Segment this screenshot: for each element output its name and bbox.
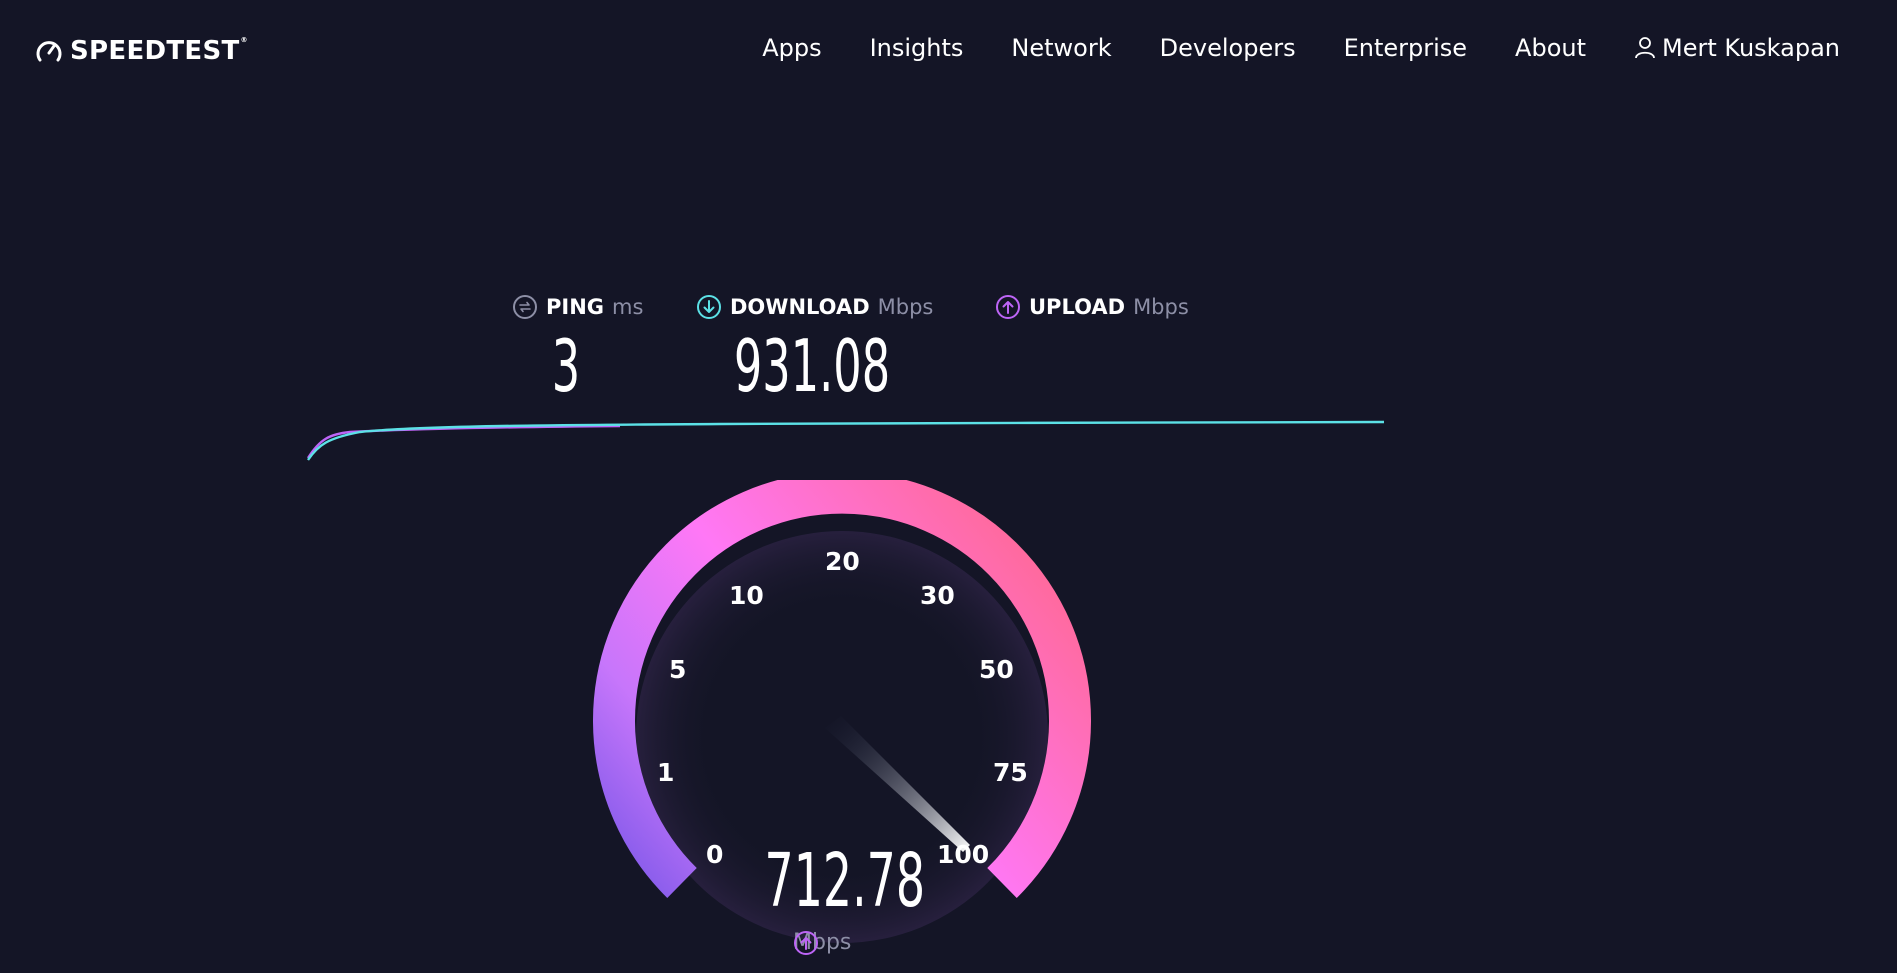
ping-unit: ms bbox=[612, 295, 644, 319]
download-unit: Mbps bbox=[877, 295, 934, 319]
upload-arrow-icon bbox=[794, 931, 818, 955]
brand-trademark: ® bbox=[240, 36, 248, 44]
main-nav: Apps Insights Network Developers Enterpr… bbox=[714, 34, 1840, 62]
upload-graph-line bbox=[306, 424, 621, 459]
nav-developers[interactable]: Developers bbox=[1160, 34, 1296, 62]
tick-label-30: 30 bbox=[920, 581, 955, 610]
upload-unit: Mbps bbox=[1133, 295, 1189, 319]
nav-enterprise[interactable]: Enterprise bbox=[1344, 34, 1467, 62]
speedometer-logo-icon bbox=[36, 41, 62, 62]
upload-header: UPLOAD Mbps bbox=[995, 294, 1189, 320]
ping-label: PING bbox=[546, 295, 605, 319]
nav-about[interactable]: About bbox=[1515, 34, 1586, 62]
tick-label-100: 100 bbox=[937, 840, 989, 869]
ping-value: 3 bbox=[551, 324, 581, 408]
brand-name: SPEEDTEST bbox=[70, 36, 240, 66]
tick-label-0: 0 bbox=[706, 840, 723, 869]
download-arrow-icon bbox=[697, 295, 721, 319]
tick-label-10: 10 bbox=[729, 581, 764, 610]
speed-graph bbox=[306, 420, 1385, 461]
upload-arrow-icon bbox=[996, 295, 1020, 319]
download-value: 931.08 bbox=[733, 324, 891, 408]
upload-label: UPLOAD bbox=[1029, 295, 1126, 319]
speedtest-logo[interactable]: SPEEDTEST® bbox=[34, 36, 248, 66]
download-header: DOWNLOAD Mbps bbox=[696, 294, 933, 320]
ping-icon bbox=[513, 295, 537, 319]
tick-label-1: 1 bbox=[657, 758, 674, 787]
nav-insights[interactable]: Insights bbox=[870, 34, 964, 62]
upload-result: UPLOAD Mbps bbox=[995, 294, 1189, 320]
tick-label-75: 75 bbox=[993, 758, 1028, 787]
download-graph-line bbox=[307, 420, 1385, 461]
gauge-unit: Mbps bbox=[793, 930, 851, 955]
nav-network[interactable]: Network bbox=[1011, 34, 1111, 62]
gauge-current-value: 712.78 bbox=[764, 838, 926, 924]
download-label: DOWNLOAD bbox=[730, 295, 870, 319]
ping-result: PING ms 3 bbox=[512, 294, 643, 408]
download-result: DOWNLOAD Mbps 931.08 bbox=[696, 294, 933, 408]
ping-header: PING ms bbox=[512, 294, 643, 320]
nav-apps[interactable]: Apps bbox=[762, 34, 821, 62]
logo-text: SPEEDTEST® bbox=[70, 36, 248, 66]
tick-label-20: 20 bbox=[825, 547, 860, 576]
tick-label-5: 5 bbox=[669, 655, 686, 684]
user-name: Mert Kuskapan bbox=[1662, 34, 1840, 62]
top-header: SPEEDTEST® Apps Insights Network Develop… bbox=[0, 0, 1897, 100]
user-icon bbox=[1635, 37, 1655, 59]
tick-label-50: 50 bbox=[979, 655, 1014, 684]
speed-gauge: 0 1 5 10 20 30 50 75 100 712.78 Mbps bbox=[575, 480, 1110, 970]
user-account-link[interactable]: Mert Kuskapan bbox=[1634, 34, 1840, 62]
